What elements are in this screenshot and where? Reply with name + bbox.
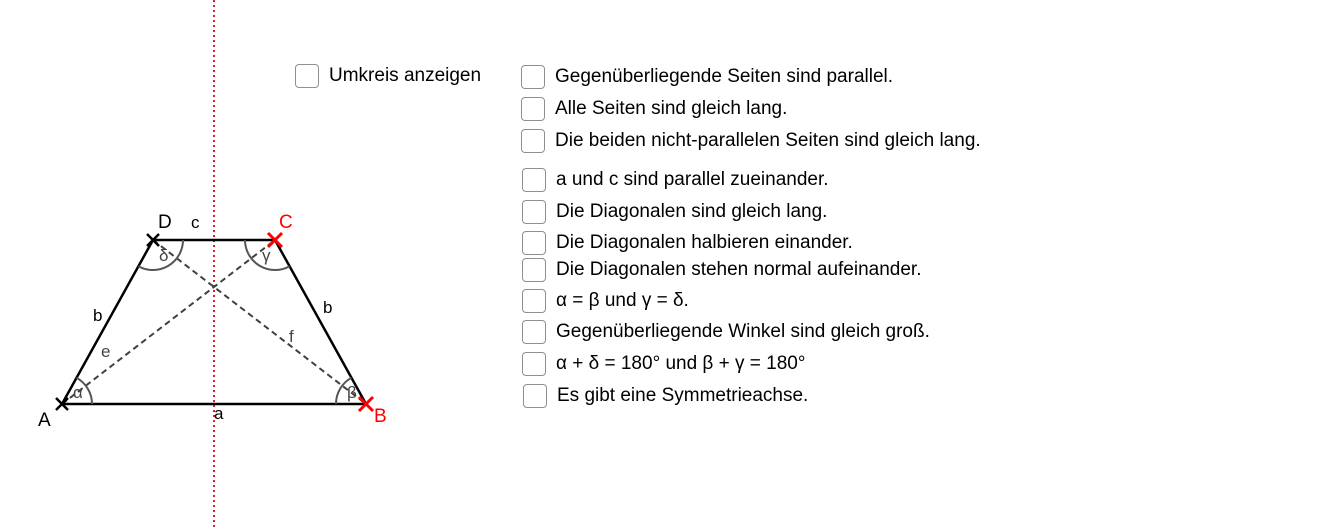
property-label: Die Diagonalen halbieren einander. — [556, 232, 853, 253]
label-side-b-left: b — [93, 306, 102, 325]
property-checkbox[interactable] — [521, 65, 545, 89]
label-diagonal-e: e — [101, 342, 110, 361]
label-point-b: B — [374, 406, 387, 427]
label-side-a: a — [214, 404, 224, 423]
label-point-d: D — [158, 212, 172, 233]
property-label: α + δ = 180° und β + γ = 180° — [556, 353, 806, 374]
side-b-left — [60, 239, 155, 405]
property-checkbox-row[interactable]: Die beiden nicht-parallelen Seiten sind … — [521, 129, 981, 153]
property-checkbox-row[interactable]: Es gibt eine Symmetrieachse. — [523, 384, 808, 408]
property-label: Die Diagonalen sind gleich lang. — [556, 201, 828, 222]
label-diagonal-f: f — [289, 327, 294, 346]
label-angle-delta: δ — [159, 246, 168, 265]
property-label: Alle Seiten sind gleich lang. — [555, 98, 788, 119]
property-label: Es gibt eine Symmetrieachse. — [557, 385, 809, 406]
property-checkbox[interactable] — [522, 320, 546, 344]
property-checkbox-row[interactable]: Die Diagonalen halbieren einander. — [522, 231, 853, 255]
property-checkbox[interactable] — [521, 97, 545, 121]
property-checkbox-row[interactable]: Die Diagonalen sind gleich lang. — [522, 200, 827, 224]
property-checkbox-row[interactable]: Gegenüberliegende Winkel sind gleich gro… — [522, 320, 930, 344]
circumcircle-checkbox-row[interactable]: Umkreis anzeigen — [295, 64, 481, 88]
property-label: α = β und γ = δ. — [556, 290, 689, 311]
property-checkbox[interactable] — [522, 352, 546, 376]
label-point-a: A — [38, 410, 51, 431]
property-label: a und c sind parallel zueinander. — [556, 169, 829, 190]
circumcircle-checkbox[interactable] — [295, 64, 319, 88]
property-checkbox-row[interactable]: a und c sind parallel zueinander. — [522, 168, 829, 192]
property-checkbox-row[interactable]: Gegenüberliegende Seiten sind parallel. — [521, 65, 893, 89]
property-label: Gegenüberliegende Winkel sind gleich gro… — [556, 321, 930, 342]
label-point-c: C — [279, 212, 293, 233]
label-angle-gamma: γ — [262, 246, 271, 265]
property-checkbox[interactable] — [522, 289, 546, 313]
property-checkbox[interactable] — [522, 168, 546, 192]
label-angle-beta: β — [347, 383, 357, 402]
property-checkbox[interactable] — [521, 129, 545, 153]
property-checkbox[interactable] — [522, 231, 546, 255]
circumcircle-checkbox-label: Umkreis anzeigen — [329, 65, 482, 86]
property-checkbox[interactable] — [523, 384, 547, 408]
property-checkbox-row[interactable]: α = β und γ = δ. — [522, 289, 689, 313]
property-checkbox[interactable] — [522, 258, 546, 282]
property-checkbox-row[interactable]: α + δ = 180° und β + γ = 180° — [522, 352, 805, 376]
property-label: Die beiden nicht-parallelen Seiten sind … — [555, 130, 981, 151]
property-label: Die Diagonalen stehen normal aufeinander… — [556, 259, 922, 280]
property-checkbox-row[interactable]: Die Diagonalen stehen normal aufeinander… — [522, 258, 921, 282]
property-checkbox-row[interactable]: Alle Seiten sind gleich lang. — [521, 97, 787, 121]
property-checkbox[interactable] — [522, 200, 546, 224]
label-side-b-right: b — [323, 298, 332, 317]
property-label: Gegenüberliegende Seiten sind parallel. — [555, 66, 894, 87]
label-angle-alpha: α — [73, 383, 83, 402]
label-side-c: c — [191, 213, 200, 232]
side-b-right — [273, 239, 368, 405]
